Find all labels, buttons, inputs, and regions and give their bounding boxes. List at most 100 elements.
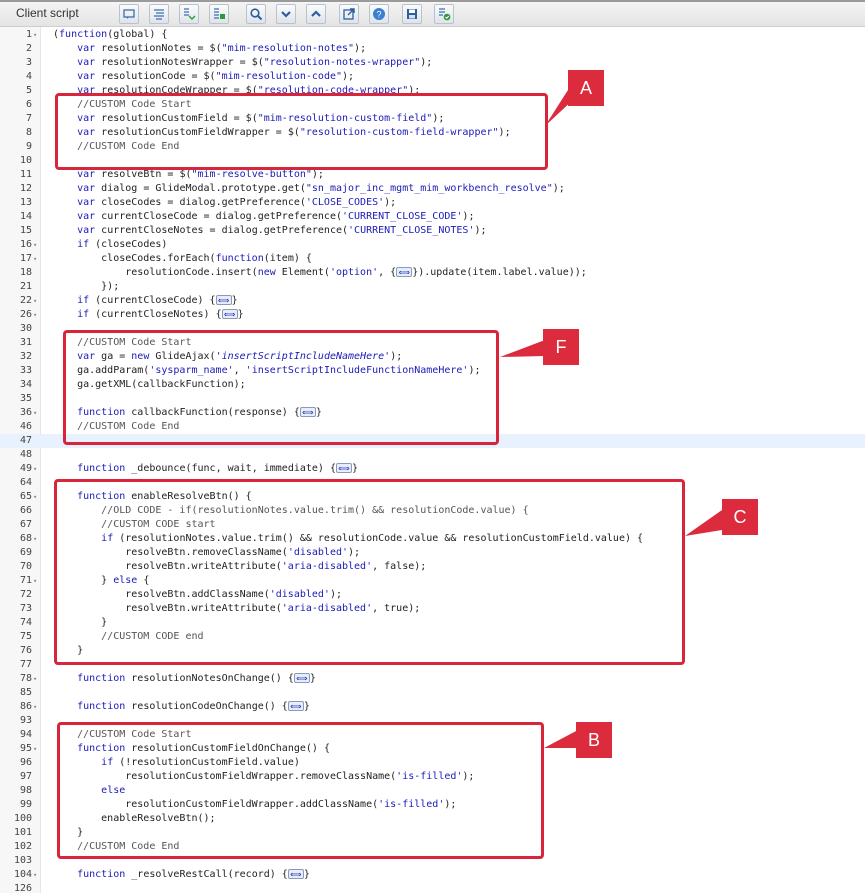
- code-line[interactable]: 22 ▾ if (currentCloseCode) {⟺}: [0, 294, 865, 308]
- code-line[interactable]: 49 ▾ function _debounce(func, wait, immed…: [0, 462, 865, 476]
- fold-toggle-icon[interactable]: ▾: [33, 672, 37, 686]
- search-icon: [250, 8, 263, 21]
- code-line[interactable]: 21 });: [0, 280, 865, 294]
- code-text: var resolutionCode = $("mim-resolution-c…: [77, 71, 355, 82]
- line-number: 34: [19, 379, 32, 390]
- chevron-down-icon: [281, 11, 291, 18]
- fold-toggle-icon[interactable]: ▾: [33, 294, 37, 308]
- code-line[interactable]: 126: [0, 882, 865, 896]
- code-text: var closeCodes = dialog.getPreference('C…: [77, 197, 397, 208]
- code-line[interactable]: 2 var resolutionNotes = $("mim-resolutio…: [0, 42, 865, 56]
- fold-toggle-icon[interactable]: ▾: [33, 462, 37, 476]
- line-number: 16: [19, 239, 32, 250]
- code-line[interactable]: 48: [0, 448, 865, 462]
- fold-toggle-icon[interactable]: ▾: [33, 700, 37, 714]
- code-line[interactable]: 26 ▾ if (currentCloseNotes) {⟺}: [0, 308, 865, 322]
- code-text: function _debounce(func, wait, immediate…: [77, 463, 359, 474]
- code-line[interactable]: 14 var currentCloseCode = dialog.getPref…: [0, 210, 865, 224]
- validate-button[interactable]: [434, 4, 454, 24]
- line-number: 72: [19, 589, 32, 600]
- highlight-box-c: [54, 479, 685, 665]
- line-number: 2: [25, 43, 32, 54]
- line-number: 26: [19, 309, 32, 320]
- save-button[interactable]: [402, 4, 422, 24]
- line-number: 74: [19, 617, 32, 628]
- line-number: 15: [19, 225, 32, 236]
- replace-icon: [214, 8, 225, 19]
- callout-label-b: B: [576, 722, 612, 758]
- fold-toggle-icon[interactable]: ▾: [33, 742, 37, 756]
- help-button[interactable]: ?: [369, 4, 389, 24]
- fold-toggle-icon[interactable]: ▾: [33, 252, 37, 266]
- line-number: 48: [19, 449, 32, 460]
- help-icon: ?: [373, 8, 385, 20]
- code-line[interactable]: 78 ▾ function resolutionNotesOnChange() {…: [0, 672, 865, 686]
- fold-toggle-icon[interactable]: ▾: [33, 868, 37, 882]
- fold-toggle-icon[interactable]: ▾: [33, 308, 37, 322]
- line-number: 71: [19, 575, 32, 586]
- code-line[interactable]: 11 var resolveBtn = $("mim-resolve-butto…: [0, 168, 865, 182]
- line-number: 126: [13, 883, 32, 894]
- code-line[interactable]: 16 ▾ if (closeCodes): [0, 238, 865, 252]
- comment-button[interactable]: [119, 4, 139, 24]
- code-line[interactable]: 86 ▾ function resolutionCodeOnChange() {⟺…: [0, 700, 865, 714]
- toolbar-title: Client script: [16, 6, 79, 20]
- line-number: 86: [19, 701, 32, 712]
- code-line[interactable]: 17 ▾ closeCodes.forEach(function(item) {: [0, 252, 865, 266]
- line-number: 69: [19, 547, 32, 558]
- line-number: 8: [25, 127, 32, 138]
- code-line[interactable]: 12 var dialog = GlideModal.prototype.get…: [0, 182, 865, 196]
- format-button[interactable]: [149, 4, 169, 24]
- code-text: closeCodes.forEach(function(item) {: [53, 253, 312, 264]
- replace-button[interactable]: [209, 4, 229, 24]
- fold-toggle-icon[interactable]: ▾: [33, 406, 37, 420]
- save-icon: [407, 9, 417, 19]
- open-external-button[interactable]: [339, 4, 359, 24]
- fold-toggle-icon[interactable]: ▾: [33, 532, 37, 546]
- code-line[interactable]: 104 ▾ function _resolveRestCall(record) {…: [0, 868, 865, 882]
- find-next-button[interactable]: [276, 4, 296, 24]
- line-number: 70: [19, 561, 32, 572]
- line-number: 36: [19, 407, 32, 418]
- find-previous-button[interactable]: [306, 4, 326, 24]
- fold-toggle-icon[interactable]: ▾: [33, 238, 37, 252]
- fold-toggle-icon[interactable]: ▾: [33, 28, 37, 42]
- callout-label-f: F: [543, 329, 579, 365]
- code-line[interactable]: 1 ▾ (function(global) {: [0, 28, 865, 42]
- code-line[interactable]: 85: [0, 686, 865, 700]
- code-text: var resolveBtn = $("mim-resolve-button")…: [77, 169, 324, 180]
- script-include-button[interactable]: [179, 4, 199, 24]
- code-line[interactable]: 18 resolutionCode.insert(new Element('op…: [0, 266, 865, 280]
- line-number: 78: [19, 673, 32, 684]
- code-line[interactable]: 15 var currentCloseNotes = dialog.getPre…: [0, 224, 865, 238]
- fold-toggle-icon[interactable]: ▾: [33, 490, 37, 504]
- line-number: 6: [25, 99, 32, 110]
- line-number: 46: [19, 421, 32, 432]
- format-icon: [154, 9, 164, 20]
- chevron-up-icon: [311, 10, 321, 17]
- code-line[interactable]: 3 var resolutionNotesWrapper = $("resolu…: [0, 56, 865, 70]
- line-number: 35: [19, 393, 32, 404]
- line-number: 73: [19, 603, 32, 614]
- line-number: 64: [19, 477, 32, 488]
- line-number: 32: [19, 351, 32, 362]
- code-text: var currentCloseCode = dialog.getPrefere…: [77, 211, 475, 222]
- callout-label-a: A: [568, 70, 604, 106]
- fold-toggle-icon[interactable]: ▾: [33, 574, 37, 588]
- code-line[interactable]: 4 var resolutionCode = $("mim-resolution…: [0, 70, 865, 84]
- line-number: 22: [19, 295, 32, 306]
- code-text: var dialog = GlideModal.prototype.get("s…: [77, 183, 565, 194]
- line-number: 100: [13, 813, 32, 824]
- line-number: 33: [19, 365, 32, 376]
- line-number: 65: [19, 491, 32, 502]
- comment-icon: [123, 9, 135, 19]
- line-number: 93: [19, 715, 32, 726]
- search-button[interactable]: [246, 4, 266, 24]
- line-number: 31: [19, 337, 32, 348]
- line-number: 4: [25, 71, 32, 82]
- code-line[interactable]: 13 var closeCodes = dialog.getPreference…: [0, 196, 865, 210]
- code-text: function resolutionNotesOnChange() {⟺}: [77, 673, 316, 684]
- code-text: var resolutionNotes = $("mim-resolution-…: [77, 43, 367, 54]
- line-number: 7: [25, 113, 32, 124]
- highlight-box-b: [57, 722, 544, 859]
